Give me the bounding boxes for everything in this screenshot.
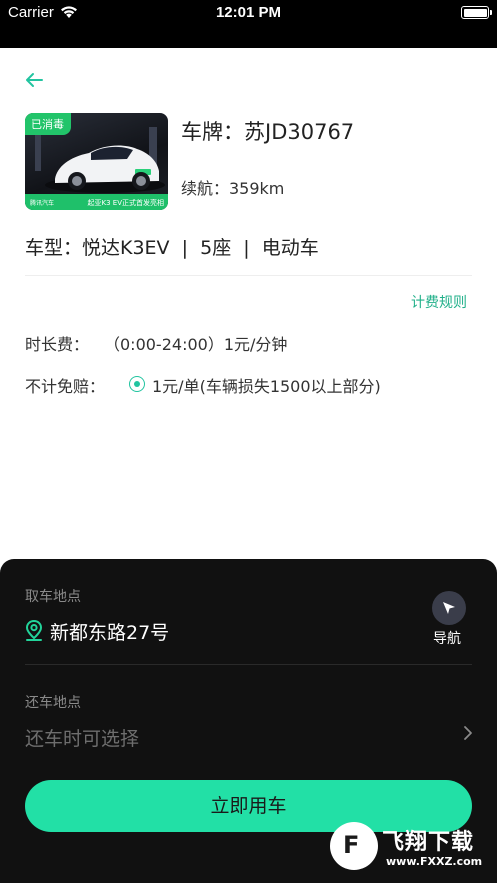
divider bbox=[25, 275, 472, 276]
photo-brand: 腾讯汽车 bbox=[30, 200, 55, 207]
arrow-left-icon bbox=[26, 73, 43, 87]
radio-selected-dot bbox=[133, 380, 140, 387]
pickup-address: 新都东路27号 bbox=[50, 622, 170, 644]
battery-icon bbox=[461, 6, 492, 19]
navigation-arrow-icon bbox=[443, 602, 455, 614]
return-label: 还车地点 bbox=[25, 695, 81, 711]
navigate-button[interactable] bbox=[432, 591, 466, 625]
return-placeholder: 还车时可选择 bbox=[25, 728, 140, 750]
time-fee-label: 时长费： bbox=[25, 335, 90, 354]
range-info: 续航：359km bbox=[181, 179, 285, 198]
car-model: 车型：悦达K3EV | 5座 | 电动车 bbox=[25, 237, 319, 259]
time-fee-value: （0:00-24:00）1元/分钟 bbox=[104, 335, 288, 354]
pickup-label: 取车地点 bbox=[25, 589, 81, 605]
pricing-rules-link[interactable]: 计费规则 bbox=[411, 292, 467, 312]
photo-caption: 起亚K3 EV正式首发亮相 bbox=[87, 199, 164, 207]
insurance-label: 不计免赔： bbox=[25, 377, 106, 396]
return-location-selector[interactable]: 还车时可选择 bbox=[0, 718, 497, 758]
navigate-label[interactable]: 导航 bbox=[433, 628, 461, 648]
chevron-right-icon bbox=[463, 725, 473, 745]
divider bbox=[25, 664, 472, 665]
insurance-radio[interactable] bbox=[129, 376, 145, 392]
watermark-title: 飞翔下载 bbox=[382, 830, 475, 855]
license-plate: 车牌：苏JD30767 bbox=[181, 120, 355, 144]
clock: 12:01 PM bbox=[215, 4, 282, 21]
disinfected-badge: 已消毒 bbox=[25, 113, 71, 135]
car-photo: 已消毒 腾讯汽车 起亚K3 EV正式首发亮相 bbox=[25, 113, 168, 210]
watermark-url: www.FXXZ.com bbox=[386, 855, 483, 868]
status-bar: Carrier 12:01 PM bbox=[0, 0, 497, 48]
back-button[interactable] bbox=[22, 68, 46, 92]
watermark-logo: F bbox=[330, 822, 378, 870]
watermark: F 飞翔下载 www.FXXZ.com bbox=[330, 822, 490, 880]
location-pin-icon bbox=[24, 619, 44, 645]
insurance-value: 1元/单(车辆损失1500以上部分) bbox=[152, 377, 381, 396]
